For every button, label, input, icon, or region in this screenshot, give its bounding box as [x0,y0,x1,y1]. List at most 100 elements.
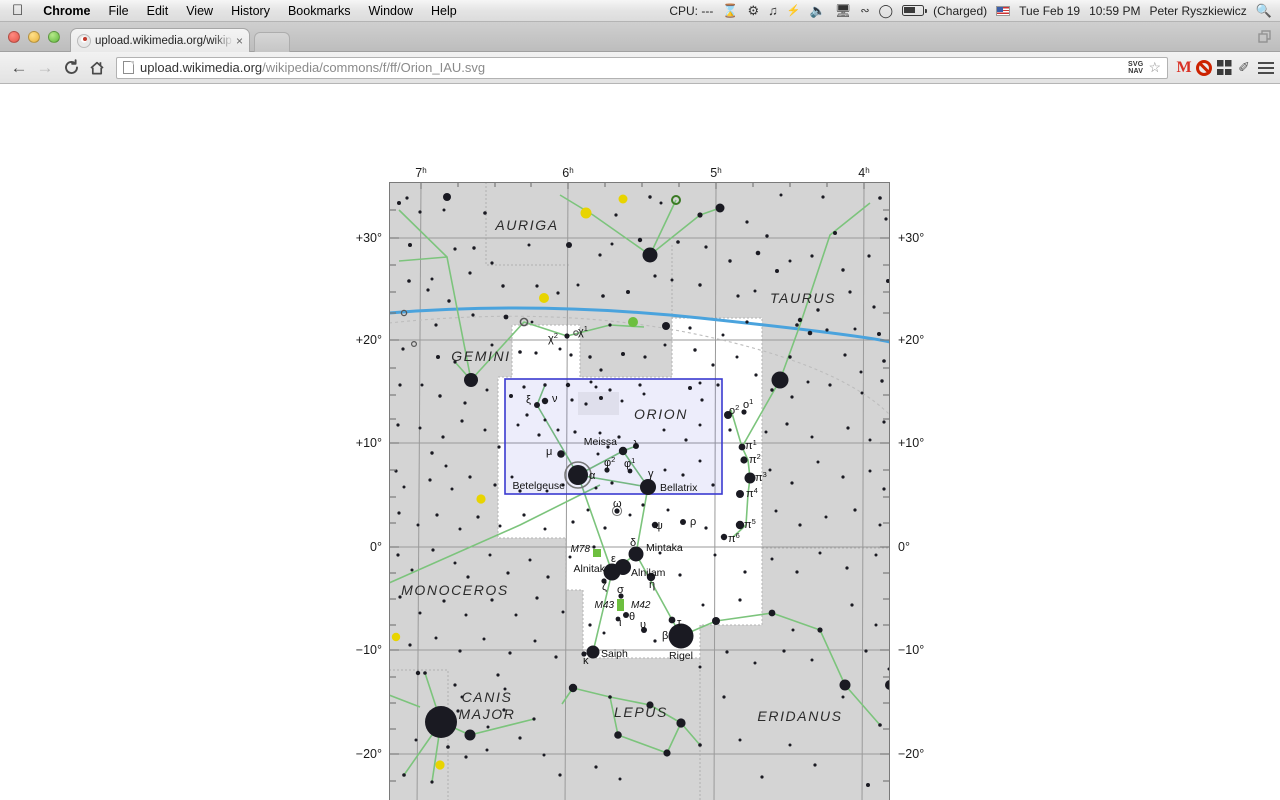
star-nu [541,397,549,405]
menu-item-bookmarks[interactable]: Bookmarks [279,0,360,22]
bayer-label-eta: η [649,579,655,591]
minimize-window-button[interactable] [28,31,40,43]
dso-label-m42: M42 [631,600,651,611]
tab-title: upload.wikimedia.org/wikip [95,34,232,47]
close-window-button[interactable] [8,31,20,43]
menu-item-edit[interactable]: Edit [138,0,178,22]
gmail-extension-icon[interactable]: M [1174,58,1194,78]
star-pi2 [740,456,748,464]
menu-item-history[interactable]: History [222,0,279,22]
restore-window-icon[interactable] [1258,30,1272,44]
menu-item-file[interactable]: File [99,0,137,22]
star-betelgeuse [568,465,588,485]
reload-button[interactable] [58,55,84,81]
constellation-label-eridanus: ERIDANUS [757,708,842,724]
star-label-bellatrix: Bellatrix [660,482,698,494]
hourglass-icon[interactable]: ⌛ [722,0,738,22]
bayer-label-zeta: ζ [602,581,607,593]
star-meissa [618,446,628,456]
bayer-label-omega: ω [613,498,622,510]
nebula-marker-m78 [593,549,601,557]
star-pi3 [744,472,756,484]
back-button[interactable]: ← [6,55,32,81]
dec-tick-right-5: −20° [898,747,924,761]
flash-icon[interactable]: ⚡ [787,0,801,22]
chrome-menu-icon[interactable] [1258,61,1274,74]
omnibox-right-icons: SVG NAV ☆ [1128,59,1163,76]
wifi-icon[interactable]: ◯ [879,0,894,22]
constellation-label-taurus: TAURUS [770,290,836,306]
dec-tick-left-5: −20° [356,747,382,761]
display-icon[interactable]: 🖥 [835,0,852,22]
apps-grid-extension-icon[interactable] [1214,58,1234,78]
bookmark-star-icon[interactable]: ☆ [1148,59,1161,76]
star-label-rigel: Rigel [669,650,693,662]
menu-bar-user[interactable]: Peter Ryszkiewicz [1149,4,1246,18]
apple-menu-icon[interactable]:  [0,1,34,21]
volume-icon[interactable]: 🔈 [810,0,826,22]
nebula-marker-m42 [617,599,624,611]
menu-item-help[interactable]: Help [422,0,466,22]
dso-label-m43: M43 [595,600,615,611]
selection-inner-shade [578,392,619,415]
star-xi [534,402,540,408]
constellation-label-lepus: LEPUS [614,704,668,720]
constellation-label-orion: ORION [634,406,688,422]
browser-tab[interactable]: upload.wikimedia.org/wikip × [70,28,250,52]
maximize-window-button[interactable] [48,31,60,43]
star-aldebaran [771,371,789,389]
star-pollux [464,373,478,387]
close-tab-icon[interactable]: × [236,34,243,48]
menu-bar-date[interactable]: Tue Feb 19 [1019,4,1080,18]
sync-icon[interactable]: ⚙ [748,0,760,22]
window-traffic-lights [8,31,60,43]
dec-tick-left-4: −10° [356,643,382,657]
dso-label-m78: M78 [571,544,591,555]
adblock-extension-icon[interactable] [1194,58,1214,78]
menu-bar-status-items: CPU: --- ⌛ ⚙ ♫ ⚡ 🔈 🖥 ∾ ◯ (Charged) Tue F… [669,0,1274,22]
star-pi6 [720,533,728,541]
new-tab-button[interactable] [254,32,290,52]
dec-tick-left-2: +10° [356,436,382,450]
address-bar[interactable]: upload.wikimedia.org/wikipedia/commons/f… [116,56,1168,79]
bayer-label-xi: ξ [526,394,531,406]
star-alnitak [603,563,621,581]
menu-item-window[interactable]: Window [360,0,422,22]
menu-item-view[interactable]: View [177,0,222,22]
dec-tick-left-3: 0° [370,540,382,554]
forward-button[interactable]: → [32,55,58,81]
bayer-label-epsilon: ε [611,553,616,565]
bayer-label-mu: μ [546,446,552,458]
battery-icon[interactable] [902,5,927,16]
spotlight-search-icon[interactable]: 🔍 [1256,0,1274,22]
battery-status: (Charged) [933,3,988,18]
star-label-betelgeuse: Betelgeuse [512,480,565,492]
menu-bar-time[interactable]: 10:59 PM [1089,4,1140,18]
star-bellatrix [640,479,656,495]
bayer-label-sigma: σ [617,584,624,596]
bayer-label-beta: β [662,630,668,642]
constellation-label-gemini: GEMINI [451,348,510,364]
flycut-extension-icon[interactable]: ✐ [1234,58,1254,78]
bayer-label-upsilon: υ [640,619,646,631]
bayer-label-psi: ψ [655,520,663,532]
star-label-meissa: Meissa [584,436,617,448]
menu-item-chrome[interactable]: Chrome [34,0,99,22]
page-viewport: 7h 6h 5h 4h 7h 6h 5h 4h [0,85,1280,800]
headphones-icon[interactable]: ♫ [768,0,778,22]
constellation-label-monoceros: MONOCEROS [401,582,509,598]
bayer-label-nu: ν [552,393,558,405]
star-sirius [425,706,457,738]
bayer-label-rho: ρ [690,516,696,528]
constellation-label-canis-major-line2: MAJOR [459,706,516,722]
address-bar-url: upload.wikimedia.org/wikipedia/commons/f… [140,60,485,75]
url-path: /wikipedia/commons/f/ff/Orion_IAU.svg [262,60,486,75]
home-button[interactable] [84,55,110,81]
star-label-saiph: Saiph [601,648,628,660]
dec-tick-right-1: +20° [898,333,924,347]
star-label-alnilam: Alnilam [631,567,666,579]
us-flag-icon[interactable] [996,5,1011,16]
cpu-status[interactable]: CPU: --- [669,4,713,18]
bluetooth-icon[interactable]: ∾ [860,0,869,22]
svgnav-icon[interactable]: SVG NAV [1128,61,1143,75]
